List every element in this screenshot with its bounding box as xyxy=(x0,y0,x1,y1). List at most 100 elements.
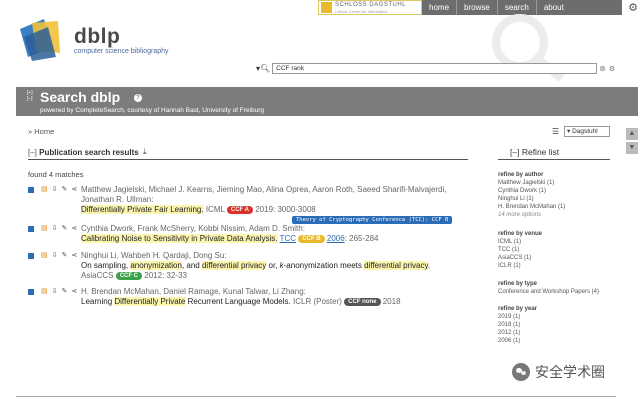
ccf-badge: CCF B xyxy=(298,235,325,243)
brand-tagline: computer science bibliography xyxy=(74,48,169,55)
entry-authors[interactable]: H. Brendan McMahan, Daniel Ramage, Kunal… xyxy=(81,287,306,296)
page-header: [+] [–] Search dblp ? powered by Complete… xyxy=(16,87,638,116)
results-toggle[interactable]: [–] xyxy=(28,148,37,157)
entry-venue[interactable]: ICML xyxy=(206,205,225,214)
header-toggle[interactable]: [+] [–] xyxy=(27,90,33,102)
entry-venue[interactable]: AsiaCCS xyxy=(81,271,113,280)
server-select[interactable]: ▾ Dagstuhl xyxy=(564,126,610,137)
wechat-icon xyxy=(512,363,530,381)
entry-actions: ▤ ⇩ ✎ ⋖ xyxy=(41,224,77,234)
refine-option[interactable]: 2006 (1) xyxy=(498,337,618,345)
brand-name: dblp xyxy=(74,25,121,48)
nav-home[interactable]: home xyxy=(422,0,458,15)
refine-option[interactable]: Cynthia Dwork (1) xyxy=(498,187,618,195)
ccf-badge: CCF none xyxy=(344,298,381,306)
export-icon[interactable]: ✎ xyxy=(62,287,68,297)
pdf-icon[interactable]: ▤ xyxy=(41,251,48,261)
refine-type-label: refine by type xyxy=(498,281,538,287)
share-icon[interactable]: ⋖ xyxy=(71,185,77,195)
dagstuhl-subtitle: Leibniz Center for Informatics xyxy=(335,8,388,14)
entry-actions: ▤ ⇩ ✎ ⋖ xyxy=(41,185,77,195)
refine-option[interactable]: ICML (1) xyxy=(498,238,618,246)
refine-author: refine by author Matthew Jagielski (1) C… xyxy=(498,171,618,219)
refine-option[interactable]: TCC (1) xyxy=(498,246,618,254)
entry-year[interactable]: 2006 xyxy=(327,234,345,243)
bibtex-icon[interactable]: ⇩ xyxy=(52,185,58,195)
ccf-badge: CCF C xyxy=(115,272,143,280)
entry-actions: ▤ ⇩ ✎ ⋖ xyxy=(41,251,77,261)
refine-option[interactable]: AsiaCCS (1) xyxy=(498,254,618,262)
entry-title: Learning Differentially Private Recurren… xyxy=(81,297,291,306)
watermark-text: 安全学术圈 xyxy=(535,365,605,381)
refine-option[interactable]: Conference and Workshop Papers (4) xyxy=(498,288,618,296)
results-heading: [–] Publication search results xyxy=(28,148,139,157)
dblp-logo-icon[interactable] xyxy=(18,17,70,61)
share-icon[interactable]: ⋖ xyxy=(71,224,77,234)
refine-option[interactable]: 2018 (1) xyxy=(498,321,618,329)
refine-venue-label: refine by venue xyxy=(498,231,543,237)
entry-authors[interactable]: Matthew Jagielski, Michael J. Kearns, Ji… xyxy=(81,185,447,204)
search-input[interactable] xyxy=(272,63,598,74)
pdf-icon[interactable]: ▤ xyxy=(41,224,48,234)
refine-option[interactable]: ICLR (1) xyxy=(498,262,618,270)
pdf-icon[interactable]: ▤ xyxy=(41,287,48,297)
watermark: 安全学术圈 xyxy=(512,362,605,382)
scroll-down-icon[interactable]: ▼ xyxy=(626,142,638,154)
entry-type-icon xyxy=(28,187,34,193)
clear-icon[interactable]: ⊗ xyxy=(599,64,606,73)
match-count: found 4 matches xyxy=(28,170,84,179)
side-scroll-buttons: ▲ ▼ xyxy=(626,128,638,156)
page-title: Search dblp xyxy=(40,89,121,105)
entry-pages: : 265-284 xyxy=(344,234,379,243)
download-icon[interactable]: ⤓ xyxy=(143,147,147,157)
refine-option[interactable]: Ninghui Li (1) xyxy=(498,195,618,203)
gear-icon[interactable]: ⚙ xyxy=(628,1,638,14)
export-icon[interactable]: ✎ xyxy=(62,224,68,234)
bibtex-icon[interactable]: ⇩ xyxy=(52,251,58,261)
breadcrumb[interactable]: » Home xyxy=(28,127,54,136)
search-icon[interactable]: ▾🔍︎ xyxy=(256,64,270,73)
refine-toggle[interactable]: [–] xyxy=(510,147,519,157)
refine-year-label: refine by year xyxy=(498,306,538,312)
refine-author-label: refine by author xyxy=(498,172,544,178)
refine-type: refine by type Conference and Workshop P… xyxy=(498,280,618,296)
bibtex-icon[interactable]: ⇩ xyxy=(52,287,58,297)
entry-venue[interactable]: TCC xyxy=(280,234,296,243)
dagstuhl-logo-mark xyxy=(321,2,332,13)
scroll-up-icon[interactable]: ▲ xyxy=(626,128,638,140)
refine-option[interactable]: H. Brendan McMahan (1) xyxy=(498,203,618,211)
footer-divider xyxy=(16,396,616,397)
refine-option[interactable]: 2019 (1) xyxy=(498,313,618,321)
refine-heading-text: Refine list xyxy=(521,147,560,157)
entry-venue[interactable]: ICLR (Poster) xyxy=(293,297,342,306)
entry-year-pages: 2019: 3000-3008 xyxy=(255,205,316,214)
pdf-icon[interactable]: ▤ xyxy=(41,185,48,195)
entry-actions: ▤ ⇩ ✎ ⋖ xyxy=(41,287,77,297)
dagstuhl-logo[interactable]: SCHLOSS DAGSTUHL Leibniz Center for Info… xyxy=(318,0,422,15)
entry-year-pages: 2012: 32-33 xyxy=(144,271,187,280)
entry-type-icon xyxy=(28,289,34,295)
results-heading-text: Publication search results xyxy=(39,148,139,157)
entry-type-icon xyxy=(28,253,34,259)
share-icon[interactable]: ⋖ xyxy=(71,251,77,261)
refine-more-options[interactable]: 14 more options xyxy=(498,211,618,219)
help-icon[interactable]: ? xyxy=(134,94,142,102)
search-bar: ▾🔍︎ ⊗ ⚙ xyxy=(256,63,615,74)
entry-authors[interactable]: Ninghui Li, Wahbeh H. Qardaji, Dong Su: xyxy=(81,251,227,260)
ccf-badge: CCF A xyxy=(226,206,253,214)
entry-year-pages: 2018 xyxy=(382,297,401,306)
entry-title: Calibrating Noise to Sensitivity in Priv… xyxy=(81,234,278,243)
database-icon: ☰ xyxy=(552,127,560,136)
venue-tooltip: Theory of Cryptography Conference (TCC):… xyxy=(292,216,453,224)
refine-option[interactable]: 2012 (1) xyxy=(498,329,618,337)
bibtex-icon[interactable]: ⇩ xyxy=(52,224,58,234)
refine-option[interactable]: Matthew Jagielski (1) xyxy=(498,179,618,187)
export-icon[interactable]: ✎ xyxy=(62,251,68,261)
dagstuhl-title: SCHLOSS DAGSTUHL xyxy=(335,1,407,8)
export-icon[interactable]: ✎ xyxy=(62,185,68,195)
refine-divider xyxy=(498,159,610,160)
entry-authors[interactable]: Cynthia Dwork, Frank McSherry, Kobbi Nis… xyxy=(81,224,305,233)
share-icon[interactable]: ⋖ xyxy=(71,287,77,297)
search-options-icon[interactable]: ⚙ xyxy=(609,65,615,73)
powered-by: powered by CompleteSearch, courtesy of H… xyxy=(40,107,264,114)
